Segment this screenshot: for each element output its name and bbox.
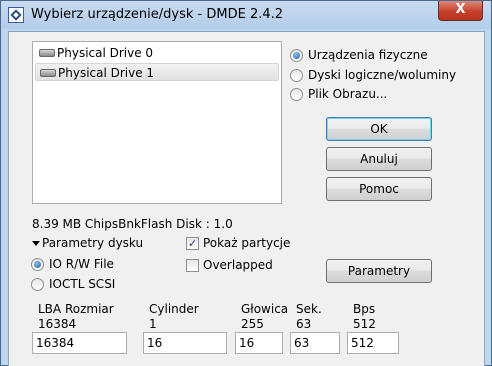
cancel-button[interactable]: Anuluj xyxy=(326,147,432,171)
radio-indicator[interactable] xyxy=(31,278,44,291)
current-cylinder: 1 xyxy=(149,317,157,331)
radio-indicator[interactable] xyxy=(290,88,303,101)
radio-label: IO R/W File xyxy=(49,257,114,271)
header-lba-size: LBA Rozmiar xyxy=(38,302,114,316)
radio-indicator[interactable] xyxy=(290,49,303,62)
current-sectors: 63 xyxy=(296,317,312,331)
drive-label: Physical Drive 1 xyxy=(58,66,155,80)
heads-field[interactable]: 16 xyxy=(235,332,283,354)
checkbox-label: Overlapped xyxy=(203,258,273,272)
cylinder-field[interactable]: 16 xyxy=(143,332,227,354)
dialog-window: Wybierz urządzenie/dysk - DMDE 2.4.2 X P… xyxy=(0,0,492,366)
radio-indicator[interactable] xyxy=(290,69,303,82)
radio-label: Urządzenia fizyczne xyxy=(308,48,428,62)
checkbox-box[interactable] xyxy=(186,259,199,272)
ok-button[interactable]: OK xyxy=(326,117,432,141)
current-lba-size: 16384 xyxy=(38,317,77,331)
disk-info-label: 8.39 MB ChipsBnkFlash Disk : 1.0 xyxy=(32,217,233,231)
radio-label: Dyski logiczne/woluminy xyxy=(308,68,457,82)
close-button[interactable]: X xyxy=(438,1,483,21)
dialog-body: Physical Drive 0 Physical Drive 1 Urządz… xyxy=(8,31,485,366)
checkbox-label: Pokaż partycje xyxy=(203,236,291,250)
current-bps: 512 xyxy=(353,317,376,331)
title-bar[interactable]: Wybierz urządzenie/dysk - DMDE 2.4.2 X xyxy=(1,1,491,29)
header-sectors: Sek. xyxy=(296,302,322,316)
bps-field[interactable]: 512 xyxy=(347,332,399,354)
window-title: Wybierz urządzenie/dysk - DMDE 2.4.2 xyxy=(31,7,284,22)
disk-params-label: Parametry dysku xyxy=(42,236,144,250)
parameters-button[interactable]: Parametry xyxy=(326,259,432,283)
help-button[interactable]: Pomoc xyxy=(326,177,432,201)
header-bps: Bps xyxy=(353,302,376,316)
hard-drive-icon xyxy=(40,69,56,77)
radio-label: Plik Obrazu... xyxy=(308,87,388,101)
radio-indicator[interactable] xyxy=(31,258,44,271)
dmde-app-icon xyxy=(8,7,24,23)
list-item-physical-drive-0[interactable]: Physical Drive 0 xyxy=(35,44,279,62)
lba-size-field[interactable]: 16384 xyxy=(32,332,127,354)
radio-label: IOCTL SCSI xyxy=(49,277,116,291)
current-heads: 255 xyxy=(241,317,264,331)
sectors-field[interactable]: 63 xyxy=(290,332,340,354)
header-heads: Głowica xyxy=(241,302,289,316)
drive-label: Physical Drive 0 xyxy=(57,46,154,60)
checkmark-icon[interactable]: ✓ xyxy=(186,237,199,250)
header-cylinder: Cylinder xyxy=(149,302,199,316)
hard-drive-icon xyxy=(39,49,55,57)
triangle-down-icon xyxy=(32,241,40,246)
disk-params-toggle[interactable]: Parametry dysku xyxy=(32,236,143,250)
drive-list[interactable]: Physical Drive 0 Physical Drive 1 xyxy=(32,41,282,204)
list-item-physical-drive-1[interactable]: Physical Drive 1 xyxy=(35,63,279,81)
